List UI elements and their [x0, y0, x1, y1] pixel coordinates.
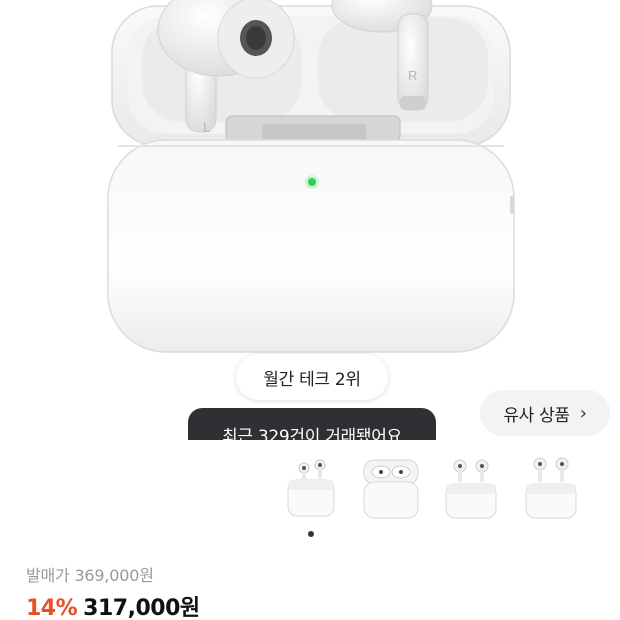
carousel-indicator-dot	[308, 531, 314, 537]
chevron-right-icon: ›	[579, 402, 587, 424]
thumbnail-item[interactable]	[280, 454, 342, 522]
airpods-thumb-icon	[445, 459, 497, 519]
discount-rate: 14%	[26, 596, 78, 620]
airpods-thumb-icon	[363, 459, 419, 519]
thumbnail-item[interactable]	[440, 454, 502, 522]
monthly-rank-badge: 월간 테크 2위	[236, 354, 388, 400]
right-mark: R	[408, 68, 417, 83]
product-detail-screen: L R 월간 테크 2위 최근 329건이 거래됐어요 유사 상품 › 발매가 …	[0, 0, 620, 620]
thumbnail-item[interactable]	[520, 454, 582, 522]
similar-products-button[interactable]: 유사 상품 ›	[480, 390, 610, 436]
similar-products-label: 유사 상품	[503, 405, 570, 426]
release-price: 발매가 369,000원	[26, 566, 154, 585]
price-row: 14% 317,000원	[26, 590, 200, 620]
left-mark: L	[203, 120, 210, 135]
airpods-thumb-icon	[525, 457, 577, 519]
sale-price: 317,000원	[83, 596, 200, 620]
image-thumbnail-list	[0, 454, 620, 526]
thumbnail-item[interactable]	[360, 454, 422, 522]
airpods-thumb-icon	[287, 459, 335, 517]
recent-trades-badge: 최근 329건이 거래됐어요	[188, 408, 436, 440]
